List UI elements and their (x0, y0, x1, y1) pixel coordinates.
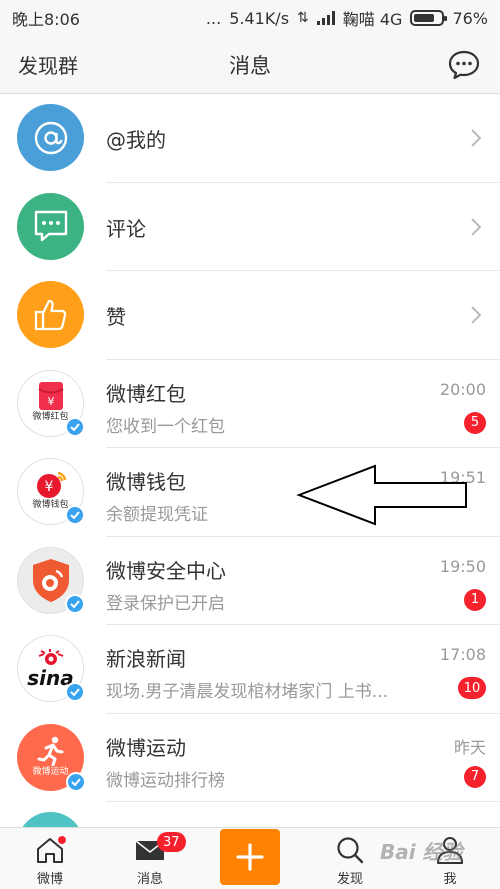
compose-button[interactable] (220, 829, 280, 885)
annotation-arrow-icon (296, 464, 467, 526)
list-item-weibo-redpacket[interactable]: ¥ 微博红包 微博红包 您收到一个红包 20:00 5 (0, 360, 500, 448)
discover-groups-link[interactable]: 发现群 (18, 50, 78, 79)
list-item-weibo-security[interactable]: 微博安全中心 登录保护已开启 19:50 1 (0, 537, 500, 625)
verified-badge-icon (65, 416, 85, 437)
avatar: ¥ 微博红包 (17, 369, 85, 437)
list-item-label: @我的 (106, 128, 166, 152)
messages-count-badge: 37 (157, 832, 186, 852)
unread-badge: 7 (464, 765, 486, 788)
message-sender: 微博安全中心 (106, 558, 226, 583)
message-time: 昨天 (453, 737, 486, 757)
list-item-label: 赞 (106, 305, 126, 329)
unread-badge: 1 (464, 588, 486, 611)
unread-badge: 10 (458, 677, 486, 699)
at-icon (17, 104, 84, 171)
list-item-weibo-sport[interactable]: 微博运动 微博运动 微博运动排行榜 昨天 7 (0, 714, 500, 802)
signal-icon (316, 11, 335, 25)
unread-badge: 5 (464, 411, 486, 434)
wallet-icon: ¥ (36, 471, 66, 498)
home-unread-dot (57, 835, 67, 845)
message-sender: 新浪新闻 (106, 647, 186, 671)
avatar: sina (17, 635, 85, 702)
list-item-mentions[interactable]: @我的 (0, 94, 500, 183)
avatar (17, 546, 85, 614)
battery-icon (410, 10, 448, 26)
message-preview: 微博运动排行榜 (106, 770, 225, 791)
message-sender: 微博红包 (106, 381, 186, 406)
status-dots: ... (205, 8, 222, 28)
message-time: 20:00 (439, 379, 486, 399)
list-item-sina-news[interactable]: sina 新浪新闻 现场.男子清晨发现棺材堵家门 上书... 17:08 10 (0, 625, 500, 714)
verified-badge-icon (65, 505, 85, 525)
message-sender: 微博运动 (106, 735, 186, 760)
watermark: Bai 经验 (380, 840, 463, 864)
chat-bubble-icon[interactable] (448, 50, 480, 80)
network-speed: 5.41K/s (229, 8, 290, 28)
plus-icon (236, 843, 264, 871)
shield-icon (32, 559, 69, 602)
list-item-comments[interactable]: 评论 (0, 183, 500, 271)
carrier-label: 鞠喵 4G (342, 10, 403, 29)
verified-badge-icon (65, 682, 85, 702)
message-time: 17:08 (439, 645, 486, 664)
search-icon (337, 837, 364, 864)
runner-icon (37, 736, 63, 766)
avatar: 微博运动 (17, 723, 86, 792)
status-bar: 晚上8:06 ... 5.41K/s ⇅ 鞠喵 4G 76% (0, 0, 500, 36)
message-time: 19:50 (439, 556, 486, 576)
battery-percent: 76% (452, 8, 488, 28)
data-arrows-icon: ⇅ (297, 10, 309, 26)
message-preview: 余额提现凭证 (106, 505, 208, 525)
header: 发现群 消息 (0, 36, 500, 94)
page-title: 消息 (229, 53, 271, 78)
svg-text:¥: ¥ (44, 479, 53, 495)
chevron-right-icon (471, 129, 482, 147)
red-packet-icon: ¥ (37, 382, 64, 410)
message-sender: 微博钱包 (106, 470, 186, 494)
tab-messages[interactable]: 37 消息 (100, 828, 200, 889)
chevron-right-icon (471, 217, 482, 236)
tab-home[interactable]: 微博 (0, 828, 100, 889)
svg-text:¥: ¥ (47, 395, 54, 408)
sina-eye-icon (38, 649, 64, 665)
thumbs-up-icon (17, 281, 84, 348)
list-item-likes[interactable]: 赞 (0, 271, 500, 360)
avatar: ¥ 微博钱包 (17, 458, 85, 525)
message-preview: 登录保护已开启 (106, 593, 225, 614)
verified-badge-icon (65, 593, 85, 614)
message-preview: 您收到一个红包 (106, 416, 225, 437)
status-time: 晚上8:06 (12, 10, 80, 29)
chevron-right-icon (471, 306, 482, 324)
list-item-label: 评论 (106, 216, 146, 241)
verified-badge-icon (66, 771, 86, 792)
message-preview: 现场.男子清晨发现棺材堵家门 上书... (106, 682, 389, 702)
comment-icon (17, 192, 84, 260)
